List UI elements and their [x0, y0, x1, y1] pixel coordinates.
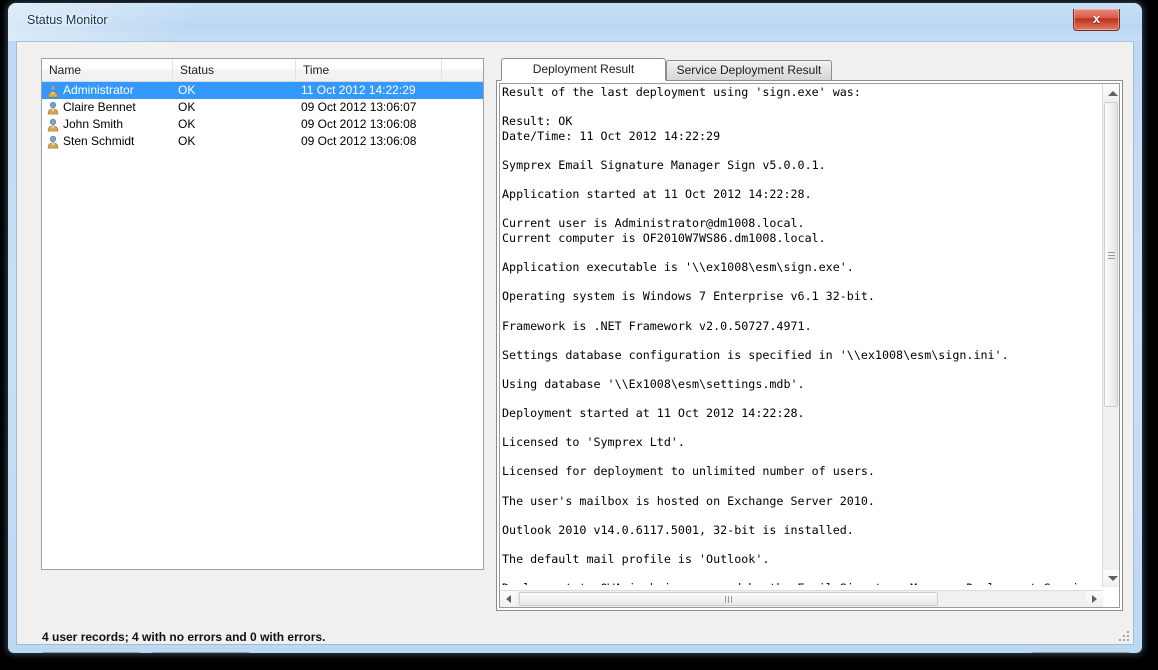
cell-time: 09 Oct 2012 13:06:08 — [301, 134, 417, 148]
cell-time: 11 Oct 2012 14:22:29 — [301, 83, 416, 97]
resize-grip-icon[interactable] — [1116, 628, 1129, 641]
scroll-left-arrow-icon[interactable] — [500, 591, 517, 607]
user-icon — [47, 84, 59, 98]
deployment-result-text: Result of the last deployment using 'sig… — [502, 85, 1087, 585]
cell-status: OK — [178, 117, 196, 131]
horizontal-scrollbar[interactable] — [500, 590, 1103, 607]
user-icon — [47, 135, 59, 149]
deployment-result-textbox[interactable]: Result of the last deployment using 'sig… — [499, 83, 1120, 608]
tab-body: Result of the last deployment using 'sig… — [496, 80, 1123, 611]
scroll-right-arrow-icon[interactable] — [1086, 591, 1103, 607]
vertical-scrollbar[interactable] — [1102, 84, 1119, 587]
refresh-button[interactable]: Refresh — [41, 652, 142, 653]
scrollbar-grip-icon — [724, 596, 733, 603]
status-summary-label: 4 user records; 4 with no errors and 0 w… — [42, 630, 326, 644]
close-window-button[interactable]: x — [1073, 9, 1120, 31]
cell-name: Sten Schmidt — [63, 134, 135, 148]
table-row[interactable]: Administrator OK 11 Oct 2012 14:22:29 — [42, 82, 483, 99]
cell-status: OK — [178, 100, 196, 114]
cell-name: Claire Bennet — [63, 100, 136, 114]
cleanup-button[interactable]: Cleanup... — [150, 652, 251, 653]
table-row[interactable]: Sten Schmidt OK 09 Oct 2012 13:06:08 — [42, 133, 483, 150]
user-icon — [47, 118, 59, 132]
cell-time: 09 Oct 2012 13:06:07 — [301, 100, 417, 114]
scroll-up-arrow-icon[interactable] — [1103, 84, 1119, 101]
vertical-scrollbar-thumb[interactable] — [1104, 102, 1118, 407]
list-rows: Administrator OK 11 Oct 2012 14:22:29 Clair… — [42, 82, 483, 150]
application-window: Status Monitor x Name Status Time Admini… — [8, 3, 1142, 653]
column-header-name[interactable]: Name — [42, 59, 173, 81]
close-button[interactable]: Close — [1030, 652, 1131, 653]
tab-strip: Deployment Result Service Deployment Res… — [496, 58, 1123, 81]
column-header-time[interactable]: Time — [296, 59, 442, 81]
cell-status: OK — [178, 83, 196, 97]
column-header-status[interactable]: Status — [173, 59, 296, 81]
table-row[interactable]: Claire Bennet OK 09 Oct 2012 13:06:07 — [42, 99, 483, 116]
client-area: Name Status Time Administrator OK 11 Oct 2… — [16, 41, 1134, 653]
result-tab-control: Deployment Result Service Deployment Res… — [496, 58, 1123, 611]
cell-status: OK — [178, 134, 196, 148]
scroll-down-arrow-icon[interactable] — [1103, 570, 1119, 587]
cell-name: John Smith — [63, 117, 124, 131]
list-column-header-row: Name Status Time — [42, 59, 483, 82]
cell-name: Administrator — [63, 83, 134, 97]
table-row[interactable]: John Smith OK 09 Oct 2012 13:06:08 — [42, 116, 483, 133]
column-header-blank[interactable] — [442, 59, 483, 81]
window-title: Status Monitor — [27, 13, 108, 27]
tab-service-deployment-result[interactable]: Service Deployment Result — [666, 60, 832, 80]
horizontal-scrollbar-thumb[interactable] — [519, 592, 938, 606]
close-icon: x — [1092, 11, 1101, 26]
scrollbar-grip-icon — [1108, 251, 1115, 259]
cell-time: 09 Oct 2012 13:06:08 — [301, 117, 417, 131]
title-bar[interactable]: Status Monitor x — [8, 3, 1142, 41]
user-status-list[interactable]: Name Status Time Administrator OK 11 Oct 2… — [41, 58, 484, 570]
tab-deployment-result[interactable]: Deployment Result — [501, 58, 666, 81]
user-icon — [47, 101, 59, 115]
